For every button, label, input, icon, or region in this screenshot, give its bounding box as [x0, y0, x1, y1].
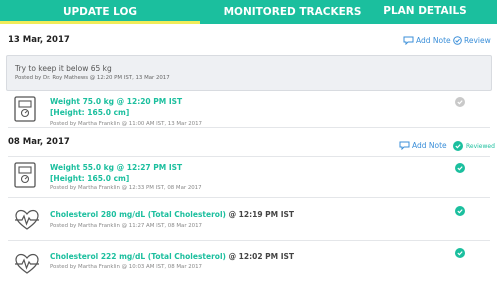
check-circle-icon — [453, 141, 463, 151]
divider — [8, 240, 490, 241]
reviewed-badge: Reviewed — [453, 141, 495, 151]
add-note-label: Add Note — [412, 141, 447, 150]
weighing-scale-icon — [14, 162, 36, 188]
weighing-scale-icon — [14, 96, 36, 122]
heart-pulse-icon — [15, 253, 39, 274]
section-date: 08 Mar, 2017 — [8, 137, 70, 147]
doctor-note: Try to keep it below 65 kg Posted by Dr.… — [6, 55, 492, 91]
entry-title: Weight 55.0 kg @ 12:27 PM IST — [50, 163, 183, 172]
divider — [8, 127, 490, 128]
divider — [8, 197, 490, 198]
review-button[interactable]: Review — [453, 36, 491, 45]
entry-title: Weight 75.0 kg @ 12:20 PM IST — [50, 97, 183, 106]
tab-plan-details[interactable]: PLAN DETAILS — [370, 0, 480, 24]
tab-monitored-trackers[interactable]: MONITORED TRACKERS — [215, 0, 370, 24]
tab-bar: UPDATE LOG MONITORED TRACKERS PLAN DETAI… — [0, 0, 497, 24]
entry-meta: Posted by Martha Franklin @ 10:03 AM IST… — [50, 264, 202, 270]
reviewed-label: Reviewed — [466, 142, 495, 150]
check-icon — [457, 209, 463, 214]
review-status-icon[interactable] — [455, 206, 465, 216]
check-icon — [457, 251, 463, 256]
review-status-icon[interactable] — [455, 248, 465, 258]
divider — [8, 156, 490, 157]
entry-meta: Posted by Martha Franklin @ 12:33 PM IST… — [50, 185, 202, 191]
heart-pulse-icon — [15, 209, 39, 230]
review-status-icon[interactable] — [455, 163, 465, 173]
check-icon — [457, 166, 463, 171]
check-icon — [457, 100, 463, 105]
entry-subtitle: [Height: 165.0 cm] — [50, 174, 130, 183]
entry-subtitle: [Height: 165.0 cm] — [50, 108, 130, 117]
review-status-icon[interactable] — [455, 97, 465, 107]
add-note-label: Add Note — [416, 36, 451, 45]
note-text: Try to keep it below 65 kg — [15, 64, 112, 73]
comment-icon — [399, 141, 410, 150]
check-circle-icon — [453, 36, 462, 45]
section-date: 13 Mar, 2017 — [8, 35, 70, 45]
add-note-button[interactable]: Add Note — [399, 141, 447, 150]
add-note-button[interactable]: Add Note — [403, 36, 451, 45]
active-tab-indicator — [0, 21, 200, 24]
review-label: Review — [464, 36, 491, 45]
entry-meta: Posted by Martha Franklin @ 11:27 AM IST… — [50, 223, 202, 229]
entry-title: Cholesterol 222 mg/dL (Total Cholesterol… — [50, 252, 295, 261]
comment-icon — [403, 36, 414, 45]
entry-title: Cholesterol 280 mg/dL (Total Cholesterol… — [50, 210, 295, 219]
note-meta: Posted by Dr. Roy Mathews @ 12:20 PM IST… — [15, 75, 170, 81]
